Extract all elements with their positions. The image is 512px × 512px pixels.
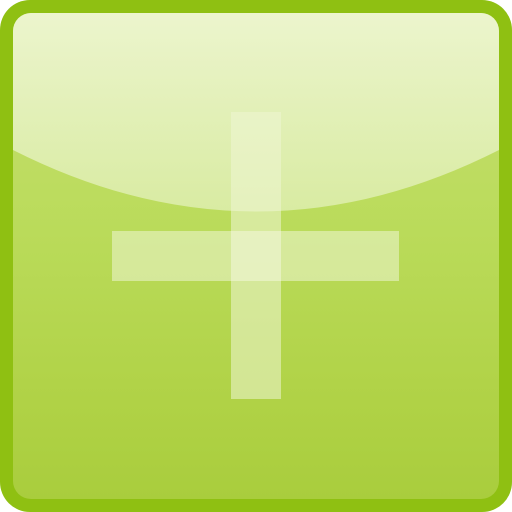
add-button-face — [13, 13, 499, 499]
gloss-shape — [13, 13, 499, 212]
gloss-highlight-icon — [13, 13, 499, 212]
add-button[interactable] — [0, 0, 512, 512]
icon-canvas — [0, 0, 512, 512]
